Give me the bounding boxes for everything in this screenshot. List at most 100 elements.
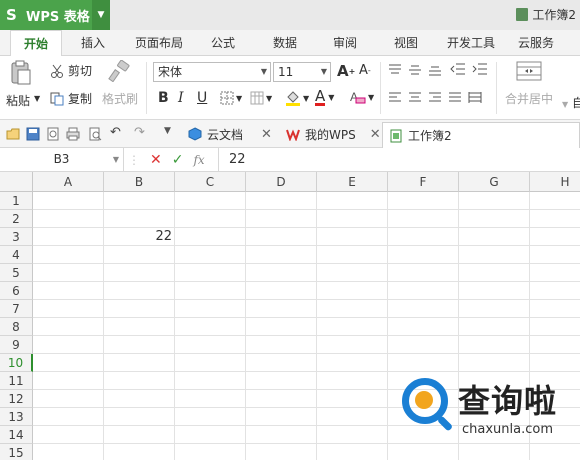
merge-center-label: 合并居中 [505,92,554,106]
close-icon[interactable]: ✕ [261,127,272,142]
chevron-down-icon[interactable]: ▼ [562,100,568,109]
merge-center-button[interactable]: 合并居中 [505,60,553,107]
bold-button[interactable]: B [158,90,169,106]
auto-wrap-button[interactable]: 自 [572,94,580,111]
tab-view[interactable]: 视图 [383,30,429,56]
chevron-down-icon: ▼ [266,93,273,103]
formula-buttons: ⋮ ✕ ✓ fx [128,148,205,171]
print-preview-icon[interactable] [88,127,102,141]
align-center-icon[interactable] [408,92,422,104]
tab-review[interactable]: 审阅 [322,30,368,56]
row-header-5[interactable]: 5 [0,264,33,282]
brush-icon [108,60,130,82]
font-size-value: 11 [278,65,294,79]
row-header-14[interactable]: 14 [0,426,33,444]
italic-button[interactable]: I [178,90,184,106]
grid-row-line [33,299,580,300]
column-header-a[interactable]: A [33,172,104,192]
close-icon[interactable]: ✕ [370,127,381,142]
chevron-down-icon[interactable]: ▼ [164,126,178,140]
row-header-4[interactable]: 4 [0,246,33,264]
column-header-d[interactable]: D [246,172,317,192]
redo-icon[interactable]: ↷ [134,125,148,140]
row-header-6[interactable]: 6 [0,282,33,300]
column-header-h[interactable]: H [530,172,580,192]
formula-input[interactable]: 22 [218,148,580,171]
increase-font-button[interactable]: A + [337,62,355,80]
indent-decrease-icon[interactable] [450,62,466,76]
row-header-8[interactable]: 8 [0,318,33,336]
align-middle-icon[interactable] [408,64,422,76]
align-top-icon[interactable] [388,64,402,76]
doc-tab-cloud[interactable]: 云文档 ✕ [188,122,272,146]
row-header-11[interactable]: 11 [0,372,33,390]
fill-color-button[interactable]: ▼ [285,90,309,106]
cell-style-button[interactable]: ▼ [250,91,272,105]
clear-format-button[interactable]: A ▼ [350,89,374,105]
row-header-12[interactable]: 12 [0,390,33,408]
cell-b3[interactable]: 22 [104,228,175,246]
chevron-down-icon[interactable]: ▼ [34,94,40,103]
paint-bucket-icon [286,91,300,106]
window-title: 工作簿2 [516,6,576,23]
row-header-15[interactable]: 15 [0,444,33,460]
cut-button[interactable]: 剪切 [50,62,92,79]
row-header-7[interactable]: 7 [0,300,33,318]
ribbon: 粘贴 ▼ 剪切 复制 格式刷 宋体 ▼ 11 ▼ A + A- B I U ▼ … [0,56,580,120]
tab-cloud-service[interactable]: 云服务 [510,30,562,56]
column-header-c[interactable]: C [175,172,246,192]
chevron-down-icon[interactable]: ▼ [113,148,119,171]
app-menu-button[interactable]: S WPS 表格 ▼ [0,0,110,30]
chevron-down-icon: ▼ [320,67,327,76]
open-folder-icon[interactable] [6,127,20,141]
border-button[interactable]: ▼ [220,91,242,105]
save-icon[interactable] [26,127,40,141]
align-bottom-icon[interactable] [428,64,442,76]
tab-data[interactable]: 数据 [262,30,308,56]
row-header-9[interactable]: 9 [0,336,33,354]
cancel-icon[interactable]: ✕ [150,152,162,168]
column-header-f[interactable]: F [388,172,459,192]
decrease-font-button[interactable]: A- [359,63,371,78]
export-pdf-icon[interactable] [46,127,60,141]
row-header-13[interactable]: 13 [0,408,33,426]
paste-button[interactable]: 粘贴 [6,60,34,109]
align-right-icon[interactable] [428,92,442,104]
distributed-align-icon[interactable] [468,92,482,104]
grid-row-line [33,371,580,372]
column-header-b[interactable]: B [104,172,175,192]
align-left-icon[interactable] [388,92,402,104]
row-header-10[interactable]: 10 [0,354,33,372]
tab-formulas[interactable]: 公式 [200,30,246,56]
select-all-corner[interactable] [0,172,33,192]
column-header-g[interactable]: G [459,172,530,192]
print-icon[interactable] [66,127,80,141]
tab-insert[interactable]: 插入 [70,30,116,56]
undo-icon[interactable]: ↶ [110,125,124,140]
tab-page-layout[interactable]: 页面布局 [128,30,190,56]
indent-increase-icon[interactable] [472,62,488,76]
align-justify-icon[interactable] [448,92,462,104]
watermark-en-text: chaxunla.com [462,422,553,437]
tab-home[interactable]: 开始 [10,30,62,57]
cloud-cube-icon [188,127,202,141]
font-color-icon: A [315,87,326,106]
font-name-select[interactable]: 宋体 ▼ [153,62,271,82]
underline-button[interactable]: U [197,90,207,106]
font-color-button[interactable]: A ▼ [315,89,334,106]
row-header-2[interactable]: 2 [0,210,33,228]
name-box[interactable]: B3 ▼ [0,148,124,171]
chevron-down-icon[interactable]: ▼ [92,0,110,30]
row-header-3[interactable]: 3 [0,228,33,246]
font-size-select[interactable]: 11 ▼ [273,62,331,82]
row-header-1[interactable]: 1 [0,192,33,210]
chevron-down-icon: ▼ [328,93,335,102]
doc-tab-workbook[interactable]: 工作簿2 [382,122,580,148]
doc-tab-mywps[interactable]: 我的WPS ✕ [286,122,381,146]
confirm-icon[interactable]: ✓ [172,152,184,168]
format-painter-button[interactable]: 格式刷 [102,60,138,107]
column-header-e[interactable]: E [317,172,388,192]
tab-developer[interactable]: 开发工具 [440,30,502,56]
insert-function-button[interactable]: fx [193,153,204,167]
copy-button[interactable]: 复制 [50,90,92,107]
